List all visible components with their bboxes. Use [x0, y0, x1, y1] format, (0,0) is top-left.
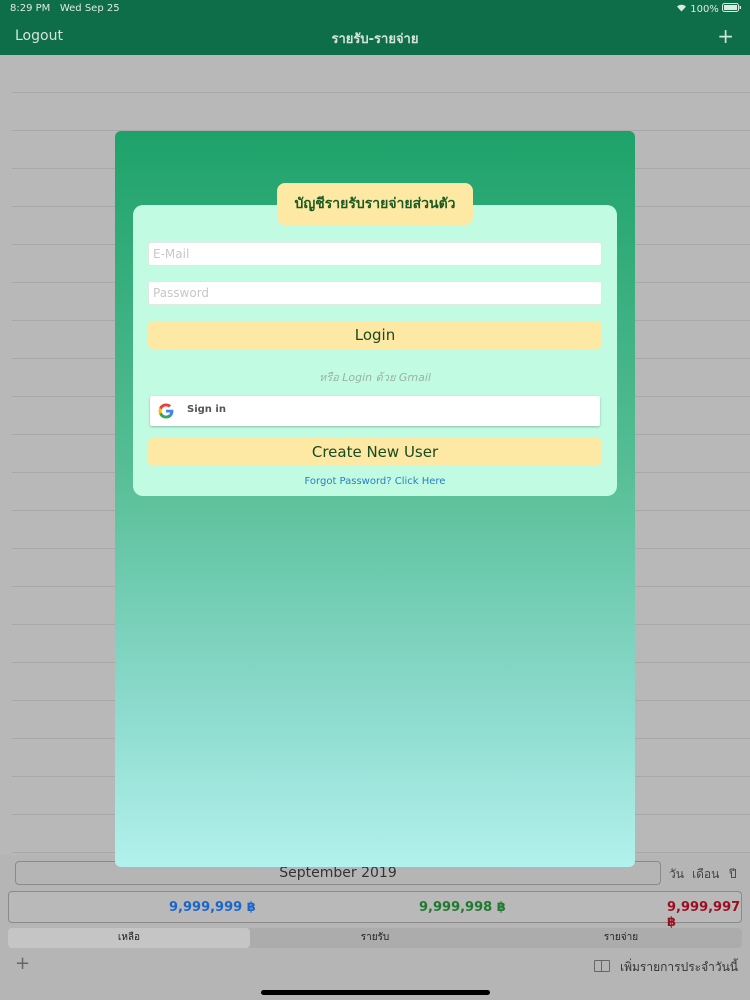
home-indicator	[261, 990, 490, 995]
period-year[interactable]: ปี	[729, 865, 737, 884]
login-modal: Login หรือ Login ด้วย Gmail Sign in Crea…	[115, 131, 635, 867]
add-daily-entry-button[interactable]: เพิ่มรายการประจำวันนี้	[620, 958, 738, 977]
tab-income[interactable]: รายรับ	[254, 928, 496, 948]
battery-percent: 100%	[690, 4, 719, 15]
status-time: 8:29 PM Wed Sep 25	[10, 3, 120, 14]
status-right: 100%	[676, 3, 742, 15]
summary-panel: September 2019 วัน เดือน ปี 9,999,999 ฿ …	[0, 855, 750, 1000]
google-sign-in-label: Sign in	[187, 404, 226, 415]
app-title-badge: บัญชีรายรับรายจ่ายส่วนตัว	[277, 183, 473, 225]
list-divider	[12, 92, 750, 93]
email-field[interactable]	[148, 242, 602, 266]
total-expense: 9,999,997 ฿	[667, 900, 741, 930]
forgot-password-link[interactable]: Forgot Password? Click Here	[133, 476, 617, 487]
period-day[interactable]: วัน	[669, 865, 684, 884]
wifi-icon	[676, 4, 690, 15]
google-logo-icon	[158, 403, 174, 419]
tab-expense[interactable]: รายจ่าย	[500, 928, 742, 948]
nav-bar: Logout รายรับ-รายจ่าย +	[0, 18, 750, 55]
add-icon[interactable]: +	[15, 953, 30, 974]
login-card: Login หรือ Login ด้วย Gmail Sign in Crea…	[133, 205, 617, 496]
period-month[interactable]: เดือน	[692, 865, 719, 884]
totals-bar: 9,999,999 ฿ 9,999,998 ฿ 9,999,997 ฿	[8, 891, 742, 930]
total-balance: 9,999,999 ฿	[169, 900, 256, 915]
login-button[interactable]: Login	[148, 321, 602, 349]
create-user-button[interactable]: Create New User	[148, 438, 602, 466]
google-sign-in-button[interactable]: Sign in	[150, 396, 600, 426]
status-bar: 8:29 PM Wed Sep 25 100%	[0, 0, 750, 18]
summary-tabs: เหลือ รายรับ รายจ่าย	[8, 928, 742, 948]
nav-title: รายรับ-รายจ่าย	[331, 32, 419, 47]
gmail-login-hint: หรือ Login ด้วย Gmail	[319, 371, 431, 384]
battery-icon	[722, 3, 742, 15]
book-icon[interactable]	[594, 960, 610, 972]
total-income: 9,999,998 ฿	[419, 900, 506, 915]
password-field[interactable]	[148, 281, 602, 305]
plus-icon[interactable]: +	[717, 24, 734, 48]
tab-balance[interactable]: เหลือ	[8, 928, 250, 948]
